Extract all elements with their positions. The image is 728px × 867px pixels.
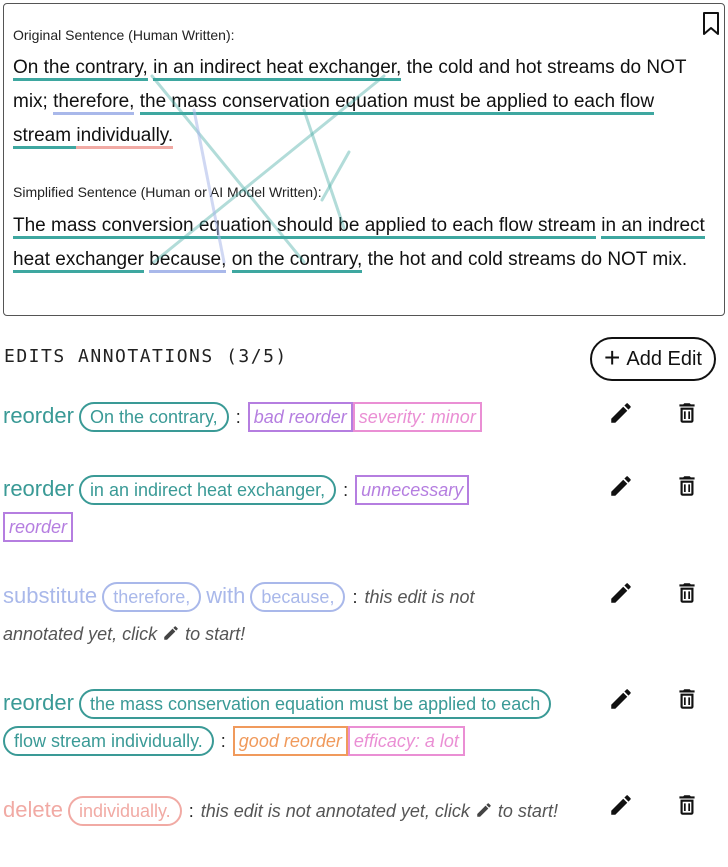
trash-icon bbox=[679, 476, 695, 496]
edit-row: delete individually. : this edit is not … bbox=[3, 791, 563, 830]
edit-type-label: reorder bbox=[3, 690, 74, 715]
orig-span-on-the-contrary[interactable]: On the contrary, bbox=[13, 57, 148, 81]
edit-pencil-button[interactable] bbox=[608, 400, 634, 426]
edit-pencil-button[interactable] bbox=[608, 792, 634, 818]
pencil-icon bbox=[611, 476, 631, 496]
pencil-icon bbox=[611, 689, 631, 709]
not-annotated-note: this edit is not annotated yet, click bbox=[200, 801, 470, 821]
orig-span-individually[interactable]: individually. bbox=[76, 125, 174, 149]
simplified-sentence: The mass conversion equation should be a… bbox=[13, 209, 713, 277]
delete-trash-button[interactable] bbox=[674, 400, 700, 426]
with-label: with bbox=[206, 583, 246, 608]
annotation-tag[interactable]: efficacy: a lot bbox=[347, 726, 465, 756]
pencil-icon bbox=[611, 795, 631, 815]
trash-icon bbox=[679, 689, 695, 709]
pencil-icon bbox=[477, 803, 491, 817]
edit-pencil-button[interactable] bbox=[608, 686, 634, 712]
pencil-icon bbox=[611, 583, 631, 603]
edit-type-label: delete bbox=[3, 797, 63, 822]
link-reorder-cross bbox=[320, 150, 351, 202]
edit-span-pill[interactable]: individually. bbox=[67, 796, 182, 826]
sentence-panel: Original Sentence (Human Written): On th… bbox=[3, 3, 725, 316]
edit-row: reorder in an indirect heat exchanger, :… bbox=[3, 470, 523, 546]
pencil-icon bbox=[611, 403, 631, 423]
annotations-title: EDITS ANNOTATIONS (3/5) bbox=[4, 346, 288, 367]
orig-span-therefore[interactable]: therefore, bbox=[53, 91, 135, 115]
edit-span-pill[interactable]: therefore, bbox=[102, 582, 202, 612]
trash-icon bbox=[679, 583, 695, 603]
trash-icon bbox=[679, 403, 695, 423]
add-edit-button[interactable]: + Add Edit bbox=[590, 337, 716, 381]
edit-span-pill[interactable]: in an indirect heat exchanger, bbox=[78, 475, 337, 505]
original-sentence-label: Original Sentence (Human Written): bbox=[13, 27, 235, 43]
add-edit-label: Add Edit bbox=[626, 347, 702, 370]
delete-trash-button[interactable] bbox=[674, 792, 700, 818]
edit-type-label: reorder bbox=[3, 403, 74, 428]
simp-span-on-the-contrary[interactable]: on the contrary, bbox=[231, 249, 363, 273]
plus-icon: + bbox=[604, 341, 621, 373]
edit-type-label: substitute bbox=[3, 583, 98, 608]
edit-span-pill[interactable]: On the contrary, bbox=[78, 402, 229, 432]
delete-trash-button[interactable] bbox=[674, 686, 700, 712]
simplified-sentence-label: Simplified Sentence (Human or AI Model W… bbox=[13, 184, 322, 200]
edit-span-pill[interactable]: because, bbox=[250, 582, 346, 612]
edit-row: reorder the mass conservation equation m… bbox=[3, 684, 563, 760]
edit-row: substitute therefore, with because, : th… bbox=[3, 582, 475, 644]
annotation-tag[interactable]: bad reorder bbox=[247, 402, 353, 432]
delete-trash-button[interactable] bbox=[674, 580, 700, 606]
annotation-tag[interactable]: good reorder bbox=[232, 726, 348, 756]
simp-span-mass-conversion[interactable]: The mass conversion equation should be a… bbox=[13, 215, 597, 239]
delete-trash-button[interactable] bbox=[674, 473, 700, 499]
simp-span-because[interactable]: because, bbox=[149, 249, 227, 273]
edit-type-label: reorder bbox=[3, 476, 74, 501]
annotation-tag[interactable]: severity: minor bbox=[352, 402, 482, 432]
orig-span-heat-exchanger[interactable]: in an indirect heat exchanger, bbox=[153, 57, 402, 81]
pencil-icon bbox=[164, 626, 178, 640]
original-sentence: On the contrary, in an indirect heat exc… bbox=[13, 51, 713, 153]
edit-pencil-button[interactable] bbox=[608, 580, 634, 606]
edit-pencil-button[interactable] bbox=[608, 473, 634, 499]
edit-row: reorder On the contrary, : bad reorder se… bbox=[3, 397, 563, 436]
trash-icon bbox=[679, 795, 695, 815]
bookmark-icon[interactable] bbox=[701, 11, 721, 37]
